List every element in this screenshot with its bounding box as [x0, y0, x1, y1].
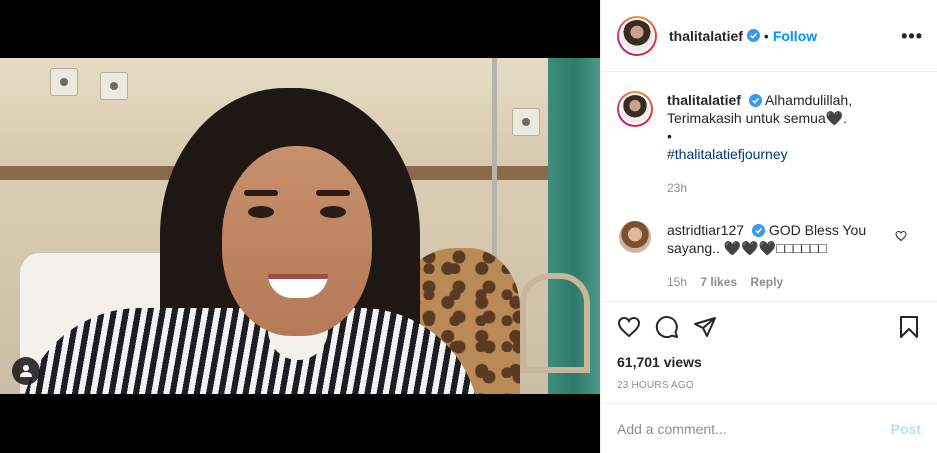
post-media[interactable]	[0, 0, 600, 453]
scene-outlet	[512, 108, 540, 136]
commenter-username[interactable]: astridtiar127	[667, 222, 744, 238]
post-header: thalitalatief • Follow •••	[601, 0, 937, 72]
comment-body: astridtiar127 GOD Bless You sayang.. 🖤🖤🖤…	[667, 221, 897, 291]
comment-reply-button[interactable]: Reply	[750, 275, 783, 289]
comment-hearts: 🖤🖤🖤□□□□□□	[723, 240, 827, 256]
comment-like-heart-icon[interactable]	[895, 230, 907, 242]
comment-input[interactable]	[617, 420, 891, 437]
scene-brow	[244, 190, 278, 196]
post-actions: 61,701 views 23 HOURS AGO	[601, 301, 937, 403]
user-tag-button[interactable]	[12, 357, 40, 385]
follow-button[interactable]: Follow	[773, 28, 817, 44]
comment-likes[interactable]: 7 likes	[700, 275, 737, 289]
scene-eye	[248, 206, 274, 218]
caption-avatar[interactable]	[617, 91, 653, 127]
caption-meta: 23h	[667, 179, 897, 197]
comment-meta: 15h 7 likes Reply	[667, 273, 897, 291]
author-avatar[interactable]	[617, 15, 657, 56]
comment-button[interactable]	[655, 315, 679, 339]
save-button[interactable]	[897, 315, 921, 339]
caption-line1: Alhamdulillah,	[764, 92, 853, 108]
commenter-avatar[interactable]	[619, 221, 651, 253]
caption-hashtag[interactable]: #thalitalatiefjourney	[667, 146, 788, 162]
scene-outlet	[50, 68, 78, 96]
verified-badge-icon	[748, 94, 762, 107]
scene-brow	[316, 190, 350, 196]
caption-row: thalitalatief Alhamdulillah, Terimakasih…	[617, 91, 921, 197]
comment-time[interactable]: 15h	[667, 275, 687, 289]
like-button[interactable]	[617, 315, 641, 339]
user-tag-icon	[20, 365, 32, 377]
post-timestamp[interactable]: 23 HOURS AGO	[617, 380, 921, 391]
caption-time[interactable]: 23h	[667, 181, 687, 195]
caption-bullet: •	[667, 128, 672, 144]
comment-composer: Post	[601, 403, 937, 453]
caption-username[interactable]: thalitalatief	[667, 92, 741, 108]
scene-person-shirt	[20, 308, 480, 394]
author-username[interactable]: thalitalatief	[669, 28, 743, 44]
share-button[interactable]	[693, 315, 717, 339]
share-icon	[694, 317, 716, 337]
post-sidebar: thalitalatief • Follow ••• thalitalatief	[600, 0, 937, 453]
scene-smile	[268, 274, 328, 298]
scene-eye	[320, 206, 346, 218]
post-comment-button[interactable]: Post	[891, 421, 921, 437]
caption-heart: 🖤.	[825, 110, 848, 126]
header-separator: •	[763, 27, 769, 44]
scene-outlet	[100, 72, 128, 100]
comment-row: astridtiar127 GOD Bless You sayang.. 🖤🖤🖤…	[617, 221, 921, 291]
caption-line2: Terimakasih untuk semua	[667, 110, 826, 126]
action-icons	[617, 314, 921, 340]
bookmark-icon	[900, 316, 918, 338]
comment-icon	[655, 316, 678, 339]
more-options-icon[interactable]: •••	[901, 26, 923, 47]
comments-section: thalitalatief Alhamdulillah, Terimakasih…	[601, 73, 937, 301]
scene-person-face	[222, 146, 372, 336]
verified-badge-icon	[746, 29, 760, 42]
video-frame[interactable]	[0, 58, 600, 394]
scene-chair	[520, 273, 590, 373]
verified-badge-icon	[751, 224, 765, 237]
heart-icon	[617, 316, 641, 338]
caption-body: thalitalatief Alhamdulillah, Terimakasih…	[667, 91, 897, 197]
view-count[interactable]: 61,701 views	[617, 354, 921, 370]
